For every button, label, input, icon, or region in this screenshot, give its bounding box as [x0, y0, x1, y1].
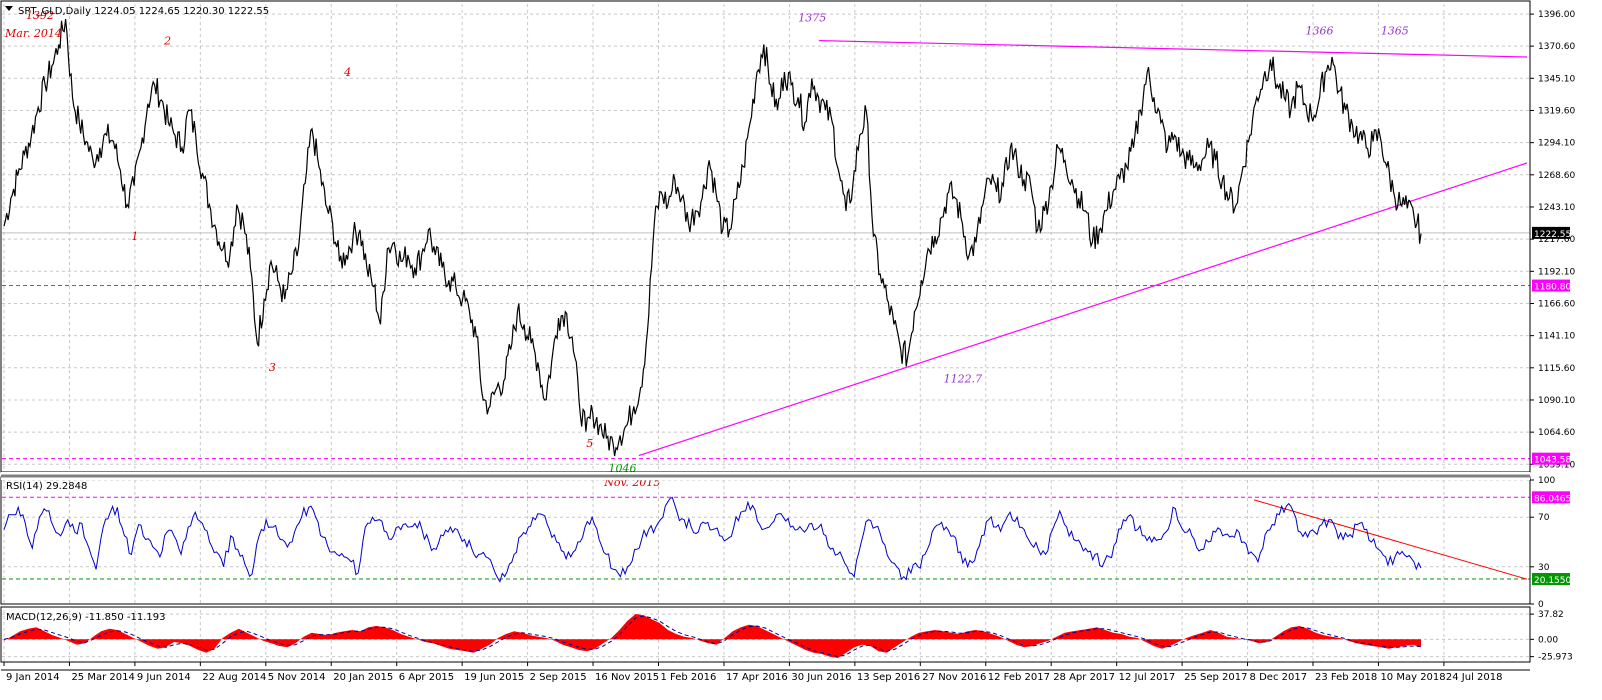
x-tick-label: 22 Aug 2014 [202, 672, 266, 683]
price-header: SPT_GLD,Daily 1224.05 1224.65 1220.30 12… [18, 6, 269, 17]
y-tick-label: 37.82 [1538, 610, 1564, 620]
x-tick-label: 2 Sep 2015 [530, 672, 587, 683]
x-tick-label: 20 Jan 2015 [333, 672, 393, 683]
annotation-label: 1366 [1306, 24, 1334, 37]
annotation-label: 1 [131, 230, 138, 243]
x-tick-label: 27 Nov 2016 [922, 672, 986, 683]
annotation-label: 2 [163, 34, 171, 47]
x-tick-label: 5 Nov 2014 [268, 672, 326, 683]
y-tick-label: 1370.60 [1538, 42, 1575, 52]
x-tick-label: 19 Jun 2015 [464, 672, 524, 683]
current-price-label: 1222.55 [1534, 230, 1571, 240]
x-tick-label: 23 Feb 2018 [1315, 672, 1377, 683]
y-tick-label: 1319.60 [1538, 106, 1575, 116]
x-tick-label: 30 Jun 2016 [791, 672, 851, 683]
y-tick-label: 1115.60 [1538, 364, 1575, 374]
x-tick-label: 24 Jul 2018 [1446, 672, 1503, 683]
x-tick-label: 12 Jul 2017 [1119, 672, 1176, 683]
x-tick-label: 12 Feb 2017 [988, 672, 1050, 683]
x-tick-label: 25 Mar 2014 [71, 672, 134, 683]
y-tick-label: 1268.60 [1538, 171, 1575, 181]
x-tick-label: 10 May 2018 [1380, 672, 1445, 683]
y-tick-label: 100 [1538, 476, 1555, 486]
annotation-label: 4 [343, 66, 351, 79]
y-tick-label: 1294.10 [1538, 139, 1575, 149]
y-tick-label: 1090.10 [1538, 396, 1575, 406]
y-tick-label: 1064.60 [1538, 428, 1575, 438]
y-tick-label: 1345.10 [1538, 74, 1575, 84]
x-tick-label: 9 Jun 2014 [137, 672, 191, 683]
y-tick-label: 0 [1538, 600, 1544, 610]
annotation-label: 1365 [1381, 24, 1409, 37]
rsi-header: RSI(14) 29.2848 [6, 481, 87, 492]
x-tick-label: 1 Feb 2016 [661, 672, 717, 683]
annotation-label: Mar. 2014 [4, 27, 62, 40]
macd-header: MACD(12,26,9) -11.850 -11.193 [6, 612, 166, 623]
y-tick-label: 1166.60 [1538, 299, 1575, 309]
x-tick-label: 8 Dec 2017 [1250, 672, 1308, 683]
x-tick-label: 6 Apr 2015 [399, 672, 454, 683]
x-tick-label: 16 Nov 2015 [595, 672, 659, 683]
y-tick-label: 1141.10 [1538, 332, 1575, 342]
x-tick-label: 9 Jan 2014 [6, 672, 60, 683]
level-tag-label: 20.1550 [1534, 576, 1571, 586]
y-tick-label: 1192.10 [1538, 267, 1575, 277]
y-tick-label: 1243.10 [1538, 203, 1575, 213]
x-tick-label: 17 Apr 2016 [726, 672, 788, 683]
x-tick-label: 25 Sep 2017 [1184, 672, 1247, 683]
chart-svg: 1392Mar. 201413751366 1365241351122.71046… [0, 0, 1602, 696]
annotation-label: 1122.7 [944, 372, 983, 385]
y-tick-label: 1396.00 [1538, 10, 1575, 20]
annotation-label: 1375 [798, 12, 826, 25]
y-tick-label: 70 [1538, 513, 1550, 523]
annotation-label: 5 [586, 437, 593, 450]
y-tick-label: 0.00 [1538, 635, 1558, 645]
level-tag-label: 1180.80 [1534, 283, 1571, 293]
level-tag-label: 1043.58 [1534, 456, 1571, 466]
level-tag-label: 86.0465 [1534, 494, 1571, 504]
y-tick-label: -25.973 [1538, 653, 1573, 663]
x-tick-label: 13 Sep 2016 [857, 672, 920, 683]
chart-root: 1392 Mar. 2014 1375 1366 1365 2 4 1 3 5 1122.7 1046… [0, 0, 1602, 696]
y-tick-label: 30 [1538, 563, 1550, 573]
annotation-label: 3 [269, 361, 276, 374]
x-tick-label: 28 Apr 2017 [1053, 672, 1115, 683]
